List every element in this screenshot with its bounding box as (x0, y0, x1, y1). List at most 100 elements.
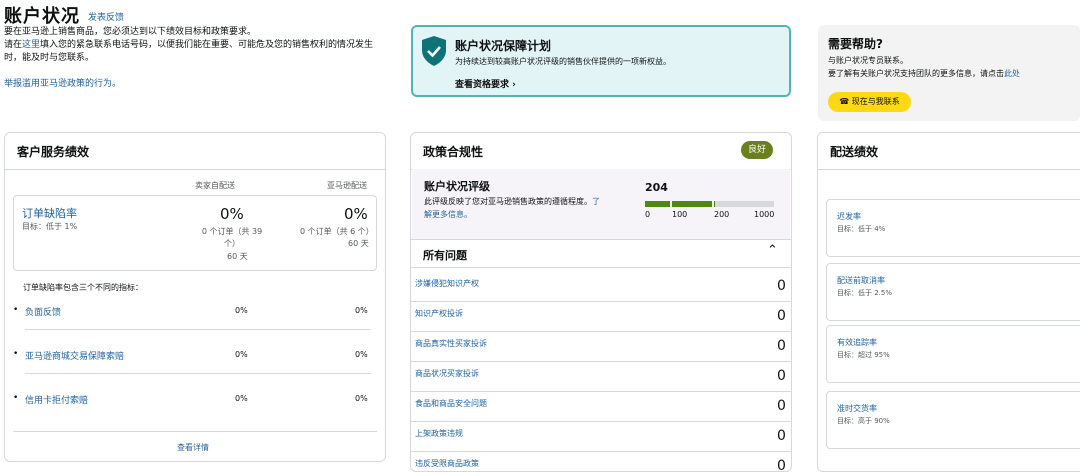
odr-link[interactable]: 订单缺陷率 (22, 205, 77, 221)
odr-seller-detail: 0 个订单（共 39 个） (186, 226, 278, 250)
account-health-rating: 账户状况评级 此评级反映了您对亚马逊销售政策的遵循程度。了 解更多信息。 204 … (412, 169, 790, 239)
help-line1: 与账户状况专员联系。 (828, 56, 908, 65)
divider (411, 451, 791, 452)
late-shipment-target: 目标：低于 4% (837, 225, 886, 233)
pre-cancel-target: 目标：低于 2.5% (837, 289, 893, 297)
a-to-z-claims-link[interactable]: 亚马逊商城交易保障索赔 (13, 349, 124, 362)
odr-target: 目标：低于 1% (22, 222, 78, 231)
issue-restricted-products[interactable]: 违反受限商品政策 (415, 458, 479, 469)
divider (411, 239, 791, 240)
rating-description: 此评级反映了您对亚马逊销售政策的遵循程度。了解更多信息。 (424, 195, 634, 221)
chevron-right-icon: › (512, 80, 516, 90)
rating-desc-text: 此评级反映了您对亚马逊销售政策的遵循程度。 (424, 197, 592, 206)
rating-bar-track (714, 201, 774, 207)
negative-feedback-seller: 0% (235, 306, 248, 315)
issue-count: 0 (777, 368, 786, 384)
policy-compliance-panel: 政策合规性 良好 账户状况评级 此评级反映了您对亚马逊销售政策的遵循程度。了解更… (410, 132, 792, 474)
phone-icon: ☎ (839, 97, 850, 106)
view-details-link[interactable]: 查看详情 (177, 441, 209, 454)
valid-tracking-box: 有效追踪率 目标：超过 95% (826, 325, 1080, 383)
learn-more-link-2[interactable]: 解更多信息。 (424, 210, 472, 219)
help-here-link[interactable]: 此处 (1004, 69, 1020, 78)
page-title: 账户状况 (4, 6, 80, 27)
learn-more-link[interactable]: 了 (592, 197, 600, 206)
late-shipment-box: 迟发率 目标：低于 4% (826, 199, 1080, 257)
view-eligibility-label[interactable]: 查看资格要求 (455, 80, 509, 90)
issue-listing-policy[interactable]: 上架政策违规 (415, 428, 463, 439)
customer-service-panel: 客户服务绩效 卖家自配送 亚马逊配送 订单缺陷率 目标：低于 1% 0% 0 个… (4, 132, 386, 462)
scale-0: 0 (645, 210, 651, 219)
divider (411, 331, 791, 332)
divider (411, 391, 791, 392)
odr-seller-detail1: 0 个订单（共 39 (201, 227, 263, 236)
issue-count: 0 (777, 428, 786, 444)
pre-cancel-box: 配送前取消率 目标：低于 2.5% (826, 263, 1080, 321)
issue-ip-complaints[interactable]: 知识产权投诉 (415, 308, 463, 319)
intro-prefix: 请在 (4, 40, 23, 50)
view-eligibility-link[interactable]: 查看资格要求 › (455, 77, 516, 90)
rating-bar-segment-2 (672, 201, 712, 207)
issue-count: 0 (777, 398, 786, 414)
odr-seller-detail2: 个） (224, 239, 240, 248)
status-badge: 良好 (741, 141, 773, 159)
rating-bar-fill (714, 201, 715, 207)
divider (411, 267, 791, 268)
rating-bar-segment-1 (645, 201, 670, 207)
on-time-delivery-target: 目标：高于 90% (837, 417, 890, 425)
rating-score: 204 (645, 181, 668, 194)
issue-food-safety[interactable]: 食品和商品安全问题 (415, 398, 487, 409)
help-line2-prefix: 要了解有关账户状况支持团队的更多信息，请点击 (828, 69, 1004, 78)
chargeback-amazon: 0% (355, 394, 368, 403)
scale-100: 100 (672, 210, 688, 219)
valid-tracking-target: 目标：超过 95% (837, 351, 890, 359)
emergency-contact-text: 请在这里填入您的紧急联系电话号码，以便我们能在重要、可能危及您的销售权利的情况发… (4, 39, 384, 65)
protection-plan-card: 账户状况保障计划 为持续达到较高账户状况评级的销售伙伴提供的一项新权益。 查看资… (411, 25, 791, 97)
intro-text: 要在亚马逊上销售商品，您必须达到以下绩效目标和政策要求。 (4, 27, 257, 37)
shipping-performance-panel: 配送绩效 迟发率 目标：低于 4% 配送前取消率 目标：低于 2.5% 有效追踪… (817, 132, 1080, 472)
chargeback-seller: 0% (235, 394, 248, 403)
feedback-link[interactable]: 发表反馈 (88, 10, 124, 23)
negative-feedback-link[interactable]: 负面反馈 (13, 305, 61, 318)
panel-header: 政策合规性 良好 (411, 133, 791, 170)
pre-cancel-link[interactable]: 配送前取消率 (837, 275, 885, 286)
issue-condition[interactable]: 商品状况买家投诉 (415, 368, 479, 379)
issue-count: 0 (777, 308, 786, 324)
contact-me-label[interactable]: 现在与我联系 (852, 97, 900, 106)
help-line2: 要了解有关账户状况支持团队的更多信息，请点击此处 (828, 68, 1020, 79)
rating-title: 账户状况评级 (424, 180, 490, 193)
protection-plan-title: 账户状况保障计划 (455, 39, 552, 53)
odr-amazon-period: 60 天 (348, 239, 369, 248)
on-time-delivery-link[interactable]: 准时交货率 (837, 403, 877, 414)
protection-plan-description: 为持续达到较高账户状况评级的销售伙伴提供的一项新权益。 (455, 57, 671, 66)
divider (411, 301, 791, 302)
here-link[interactable]: 这里 (22, 40, 40, 50)
odr-box: 订单缺陷率 目标：低于 1% 0% 0 个订单（共 39 个） 60 天 0% 0… (13, 195, 377, 271)
issue-ip-suspected[interactable]: 涉嫌侵犯知识产权 (415, 278, 479, 289)
shipping-performance-title: 配送绩效 (830, 145, 879, 159)
all-issues-title: 所有问题 (423, 249, 467, 262)
panel-header: 配送绩效 (818, 133, 1080, 170)
odr-amazon-value: 0% (344, 205, 368, 223)
shield-check-icon (422, 36, 446, 66)
valid-tracking-link[interactable]: 有效追踪率 (837, 337, 877, 348)
report-abuse-link[interactable]: 举报滥用亚马逊政策的行为。 (4, 76, 121, 89)
scale-1000: 1000 (754, 210, 775, 219)
divider (411, 361, 791, 362)
issue-count: 0 (777, 278, 786, 294)
panel-header: 客户服务绩效 (5, 133, 385, 170)
help-card: 需要帮助? 与账户状况专员联系。 要了解有关账户状况支持团队的更多信息，请点击此… (818, 25, 1080, 121)
chargeback-claims-link[interactable]: 信用卡拒付索赔 (13, 393, 88, 406)
issue-authenticity[interactable]: 商品真实性买家投诉 (415, 338, 487, 349)
divider (25, 373, 371, 374)
late-shipment-link[interactable]: 迟发率 (837, 211, 861, 222)
odr-amazon-detail: 0 个订单（共 6 个） (300, 227, 374, 236)
policy-compliance-title: 政策合规性 (423, 145, 484, 159)
contact-me-button[interactable]: ☎ 现在与我联系 (828, 92, 911, 112)
divider (411, 421, 791, 422)
customer-service-title: 客户服务绩效 (17, 145, 90, 159)
help-title: 需要帮助? (828, 37, 883, 51)
negative-feedback-amazon: 0% (355, 306, 368, 315)
issue-count: 0 (777, 458, 786, 474)
chevron-up-icon[interactable]: ⌃ (767, 243, 778, 258)
a-to-z-amazon: 0% (355, 350, 368, 359)
